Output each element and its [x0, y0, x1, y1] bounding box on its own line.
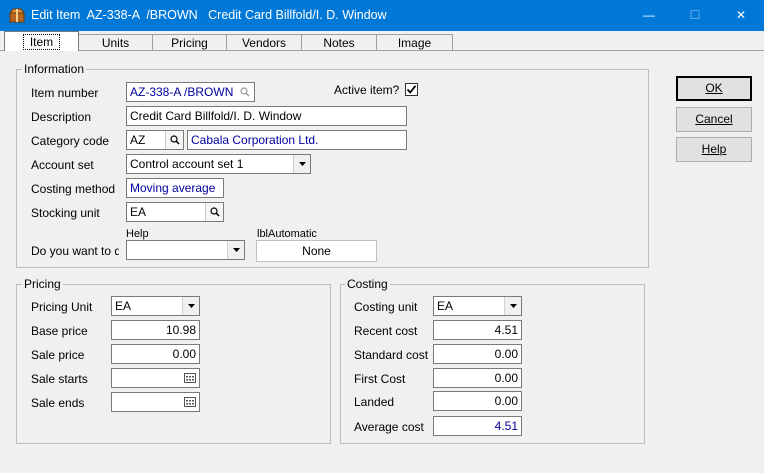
description-field[interactable]: Credit Card Billfold/I. D. Window	[126, 106, 407, 126]
package-icon	[9, 8, 25, 23]
calendar-icon[interactable]	[181, 393, 199, 411]
costing-unit-dropdown[interactable]: EA	[433, 296, 522, 316]
sale-starts-label: Sale starts	[31, 372, 88, 386]
first-cost-field[interactable]: 0.00	[433, 368, 522, 388]
item-number-label: Item number	[31, 86, 99, 100]
stocking-unit-field[interactable]: EA	[126, 202, 224, 222]
standard-cost-label: Standard cost	[354, 348, 429, 362]
sale-starts-field[interactable]	[111, 368, 200, 388]
average-cost-field: 4.51	[433, 416, 522, 436]
pricing-unit-dropdown[interactable]: EA	[111, 296, 200, 316]
minimize-button[interactable]: —	[626, 0, 672, 31]
costing-unit-label: Costing unit	[354, 300, 418, 314]
account-set-label: Account set	[31, 158, 94, 172]
close-button[interactable]: ✕	[718, 0, 764, 31]
title-bar: Edit Item AZ-338-A /BROWN Credit Card Bi…	[0, 0, 764, 31]
category-code-label: Category code	[31, 134, 110, 148]
sale-ends-field[interactable]	[111, 392, 200, 412]
calendar-icon[interactable]	[181, 369, 199, 387]
window-title: Edit Item AZ-338-A /BROWN Credit Card Bi…	[31, 8, 387, 22]
chevron-down-icon[interactable]	[182, 297, 199, 315]
chevron-down-icon[interactable]	[293, 155, 310, 173]
magnifier-icon[interactable]	[205, 203, 223, 221]
landed-field[interactable]: 0.00	[433, 391, 522, 411]
sale-price-field[interactable]: 0.00	[111, 344, 200, 364]
automatic-none-field: None	[256, 240, 377, 262]
cancel-button[interactable]: Cancel	[676, 107, 752, 132]
tab-vendors[interactable]: Vendors	[226, 34, 302, 50]
information-group-title: Information	[22, 62, 87, 76]
costing-method-field: Moving average	[126, 178, 224, 198]
sale-ends-label: Sale ends	[31, 396, 85, 410]
costing-group-title: Costing	[345, 277, 390, 291]
costing-method-label: Costing method	[31, 182, 116, 196]
base-price-field[interactable]: 10.98	[111, 320, 200, 340]
magnifier-icon[interactable]	[236, 83, 254, 101]
recent-cost-field[interactable]: 4.51	[433, 320, 522, 340]
recent-cost-label: Recent cost	[354, 324, 418, 338]
active-item-checkbox[interactable]	[405, 83, 418, 96]
tab-pricing[interactable]: Pricing	[152, 34, 227, 50]
help-button[interactable]: Help	[676, 137, 752, 162]
standard-cost-field[interactable]: 0.00	[433, 344, 522, 364]
tab-units[interactable]: Units	[78, 34, 153, 50]
average-cost-label: Average cost	[354, 420, 424, 434]
chevron-down-icon[interactable]	[227, 241, 244, 259]
chevron-down-icon[interactable]	[504, 297, 521, 315]
account-set-dropdown[interactable]: Control account set 1	[126, 154, 311, 174]
do-you-want-dropdown[interactable]	[126, 240, 245, 260]
tab-image[interactable]: Image	[376, 34, 453, 50]
active-item-label: Active item?	[334, 83, 400, 97]
tab-item[interactable]: Item	[4, 31, 79, 51]
description-label: Description	[31, 110, 92, 124]
category-code-field[interactable]: AZ	[126, 130, 184, 150]
first-cost-label: First Cost	[354, 372, 406, 386]
help-label: Help	[126, 228, 149, 240]
maximize-button: ☐	[689, 8, 701, 22]
tab-notes[interactable]: Notes	[301, 34, 377, 50]
item-number-field[interactable]: AZ-338-A /BROWN	[126, 82, 255, 102]
ok-button[interactable]: OK	[676, 76, 752, 101]
category-name-field: Cabala Corporation Ltd.	[187, 130, 407, 150]
magnifier-icon[interactable]	[165, 131, 183, 149]
lbl-automatic-label: lblAutomatic	[257, 228, 317, 240]
base-price-label: Base price	[31, 324, 88, 338]
landed-label: Landed	[354, 395, 395, 409]
sale-price-label: Sale price	[31, 348, 85, 362]
pricing-group-title: Pricing	[22, 277, 63, 291]
pricing-unit-label: Pricing Unit	[31, 300, 93, 314]
do-you-want-label: Do you want to de	[31, 244, 119, 258]
stocking-unit-label: Stocking unit	[31, 206, 100, 220]
information-group	[16, 69, 649, 268]
